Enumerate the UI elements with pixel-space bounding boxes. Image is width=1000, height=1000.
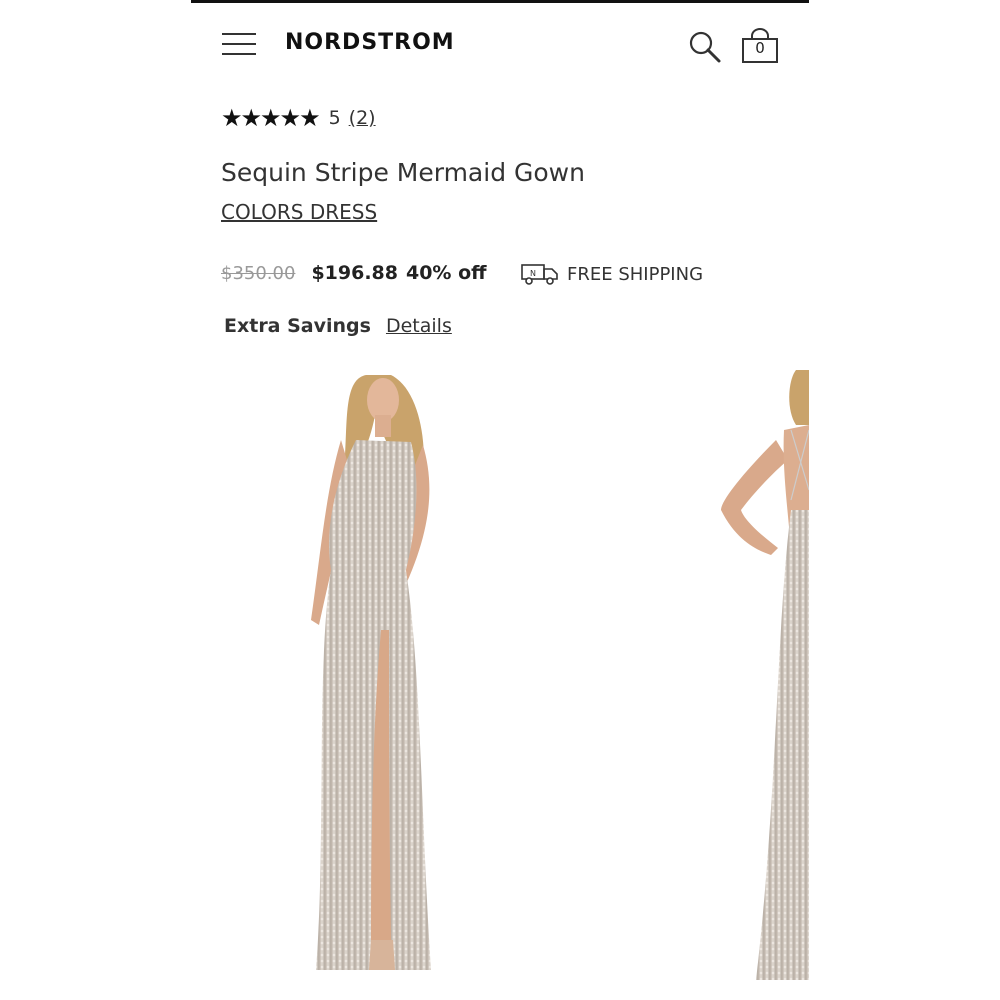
extra-savings: Extra Savings Details — [224, 315, 452, 337]
rating-stars: ★★★★★ — [221, 104, 321, 132]
product-image-back[interactable] — [716, 370, 809, 990]
search-icon[interactable] — [688, 30, 722, 64]
top-border — [191, 0, 809, 3]
bag-count: 0 — [755, 39, 765, 57]
original-price: $350.00 — [221, 262, 296, 284]
brand-logo[interactable]: NORDSTROM — [285, 30, 455, 55]
svg-text:N: N — [530, 269, 536, 278]
price-row: $350.00 $196.88 40% off — [221, 262, 487, 284]
product-title: Sequin Stripe Mermaid Gown — [221, 158, 585, 187]
sale-price: $196.88 — [311, 262, 398, 284]
shipping-label: FREE SHIPPING — [567, 263, 704, 285]
product-page: NORDSTROM 0 ★★★★★ 5 (2) Sequin Stripe Me… — [191, 0, 809, 1000]
shopping-bag-icon[interactable]: 0 — [740, 28, 780, 64]
free-shipping: N FREE SHIPPING — [521, 262, 703, 286]
rating-value: 5 — [328, 107, 341, 129]
product-brand-link[interactable]: COLORS DRESS — [221, 200, 377, 224]
truck-icon: N — [521, 264, 558, 285]
review-count-link[interactable]: (2) — [349, 107, 376, 129]
product-image-front[interactable] — [271, 370, 511, 990]
menu-icon[interactable] — [222, 30, 256, 58]
product-rating: ★★★★★ 5 (2) — [221, 106, 376, 130]
savings-label: Extra Savings — [224, 315, 371, 337]
discount-badge: 40% off — [405, 262, 487, 284]
savings-details-link[interactable]: Details — [386, 315, 452, 337]
